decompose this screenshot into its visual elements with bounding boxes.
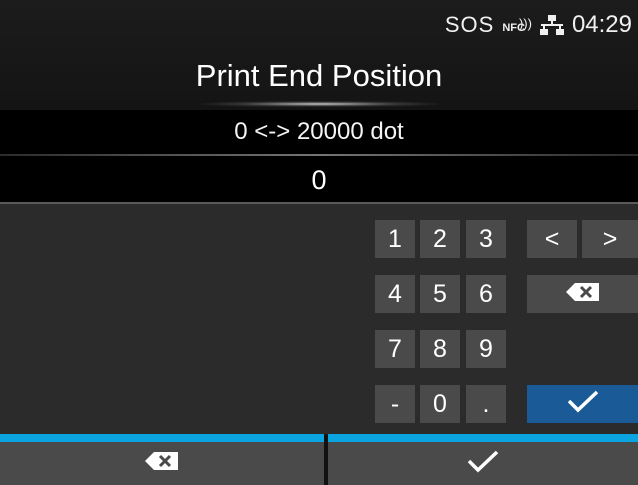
backspace-icon — [565, 280, 601, 309]
key-left[interactable]: < — [527, 220, 577, 258]
header: SOS NFC ))) 04:29 Print End Position — [0, 0, 638, 110]
key-right[interactable]: > — [582, 220, 638, 258]
cancel-button[interactable] — [0, 442, 324, 485]
key-8[interactable]: 8 — [420, 330, 460, 368]
value-display[interactable]: 0 — [0, 156, 638, 204]
sos-indicator: SOS — [444, 12, 495, 37]
softkey-right-accent — [328, 434, 638, 442]
title-underline-glow — [200, 101, 438, 107]
key-enter[interactable] — [527, 385, 638, 423]
key-6[interactable]: 6 — [466, 275, 506, 313]
nfc-icon: NFC ))) — [502, 15, 532, 35]
confirm-button[interactable] — [328, 442, 638, 485]
check-icon — [466, 449, 500, 478]
key-7[interactable]: 7 — [375, 330, 415, 368]
softkey-left-accent — [0, 434, 324, 442]
backspace-icon — [144, 451, 180, 476]
check-icon — [566, 389, 600, 420]
clock: 04:29 — [571, 11, 632, 38]
page-title: Print End Position — [195, 58, 443, 93]
key-dot[interactable]: . — [466, 385, 506, 423]
key-9[interactable]: 9 — [466, 330, 506, 368]
key-2[interactable]: 2 — [420, 220, 460, 258]
key-0[interactable]: 0 — [420, 385, 460, 423]
key-1[interactable]: 1 — [375, 220, 415, 258]
key-minus[interactable]: - — [375, 385, 415, 423]
value-underline — [0, 202, 638, 204]
key-3[interactable]: 3 — [466, 220, 506, 258]
key-5[interactable]: 5 — [420, 275, 460, 313]
network-icon — [539, 14, 564, 36]
range-text: 0 <-> 20000 dot — [0, 110, 638, 154]
key-backspace[interactable] — [527, 275, 638, 313]
key-4[interactable]: 4 — [375, 275, 415, 313]
status-bar: SOS NFC ))) 04:29 — [445, 10, 632, 40]
